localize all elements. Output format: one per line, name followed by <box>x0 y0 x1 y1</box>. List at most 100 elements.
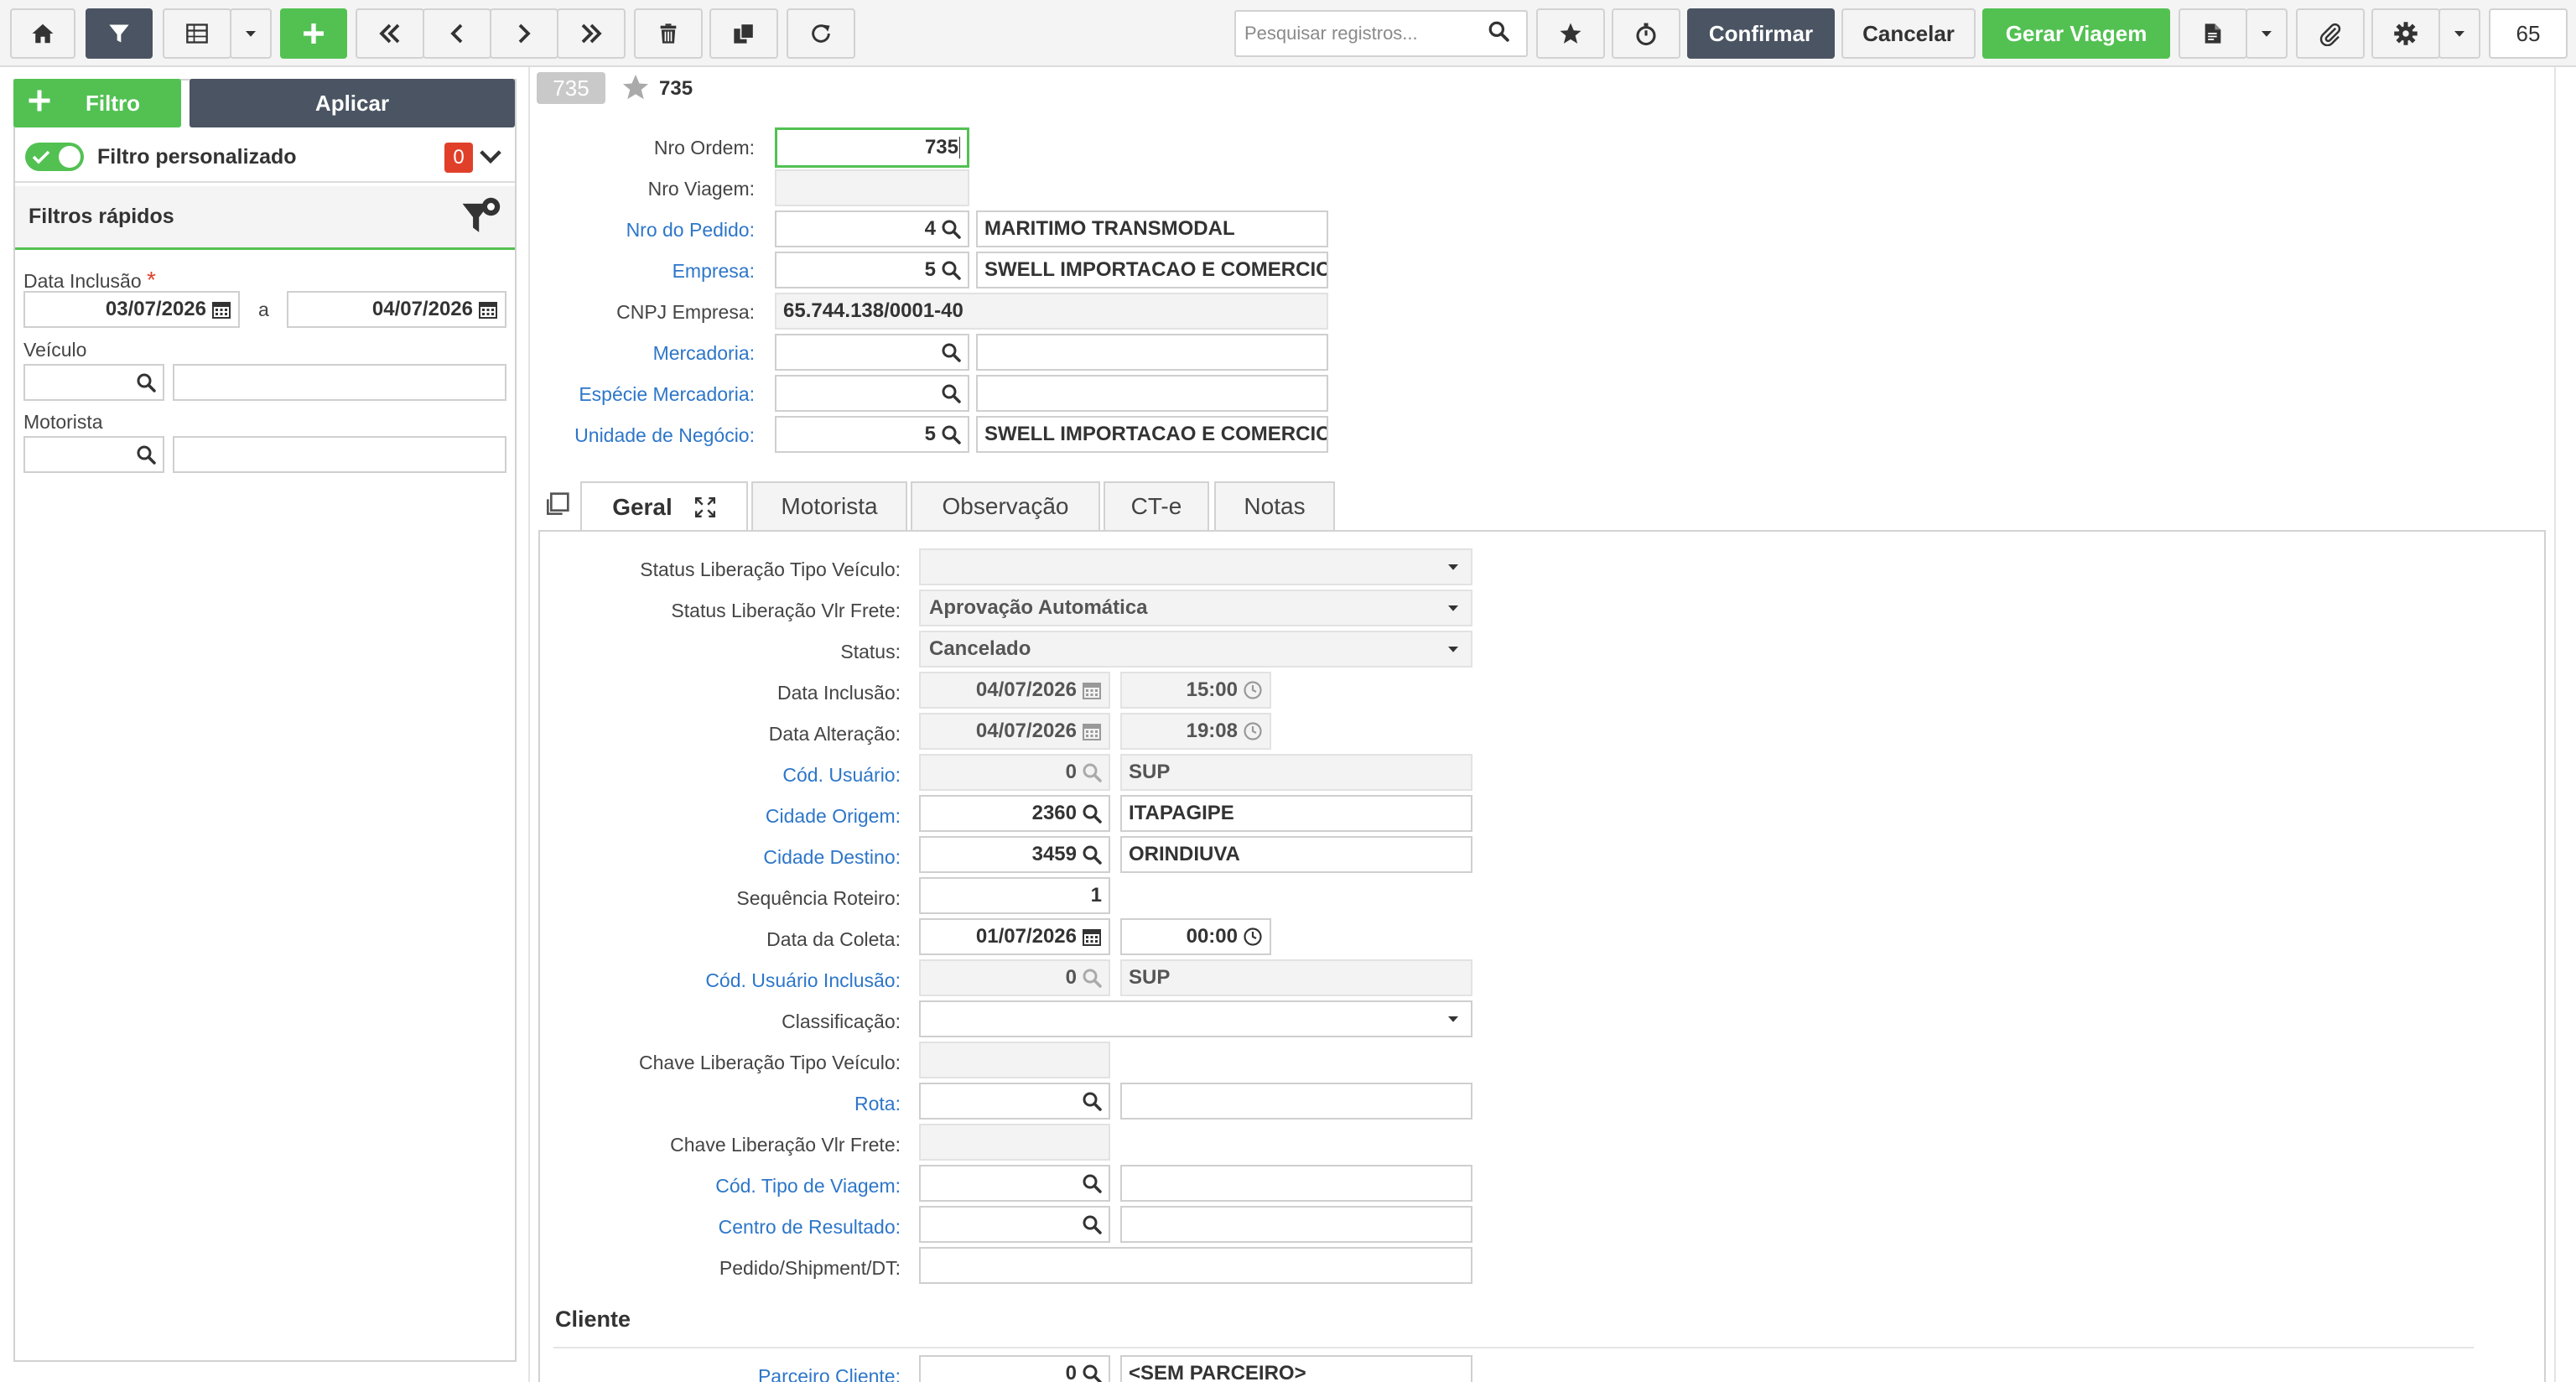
cod-tipo-viagem-desc-input[interactable] <box>1120 1165 1472 1202</box>
veiculo-desc-input[interactable] <box>173 364 506 401</box>
centro-resultado-desc-input[interactable] <box>1120 1206 1472 1243</box>
cidade-origem-code-input[interactable]: 2360 <box>919 795 1110 832</box>
custom-filter-toggle[interactable] <box>25 143 84 171</box>
especie-desc-input[interactable] <box>976 375 1328 412</box>
delete-button[interactable] <box>634 8 703 59</box>
status-vlr-frete-select[interactable]: Aprovação Automática <box>919 590 1472 626</box>
grid-view-dropdown[interactable] <box>230 8 272 59</box>
grid-view-button[interactable] <box>163 8 231 59</box>
report-dropdown[interactable] <box>2246 8 2288 59</box>
centro-resultado-code-input[interactable] <box>919 1206 1110 1243</box>
data-coleta-date-input[interactable]: 01/07/2026 <box>919 918 1110 955</box>
pedido-shipment-input[interactable] <box>919 1247 1472 1284</box>
mercadoria-desc-input[interactable] <box>976 334 1328 371</box>
centro-resultado-label[interactable]: Centro de Resultado: <box>553 1216 901 1239</box>
search-icon[interactable] <box>1082 844 1102 865</box>
apply-filter-button[interactable]: Aplicar <box>190 79 515 127</box>
sequencia-roteiro-input[interactable]: 1 <box>919 877 1110 914</box>
search-icon[interactable] <box>1082 1364 1102 1382</box>
tab-observacao[interactable]: Observação <box>911 481 1100 530</box>
rota-label[interactable]: Rota: <box>553 1093 901 1115</box>
first-record-button[interactable] <box>356 8 424 59</box>
last-record-button[interactable] <box>557 8 626 59</box>
tab-motorista[interactable]: Motorista <box>751 481 907 530</box>
search-icon[interactable] <box>941 219 961 239</box>
star-outline-icon[interactable] <box>621 72 651 108</box>
unidade-negocio-label[interactable]: Unidade de Negócio: <box>537 424 755 447</box>
veiculo-code-input[interactable] <box>23 364 164 401</box>
search-icon[interactable] <box>1488 20 1509 48</box>
add-filter-button[interactable]: Filtro <box>13 79 181 127</box>
especie-mercadoria-label[interactable]: Espécie Mercadoria: <box>537 383 755 406</box>
cancel-button[interactable]: Cancelar <box>1841 8 1976 59</box>
chevron-down-icon[interactable] <box>478 144 503 175</box>
cidade-destino-name-input[interactable]: ORINDIUVA <box>1120 836 1472 873</box>
detach-tab-icon[interactable] <box>543 491 570 524</box>
unidade-desc-input[interactable]: SWELL IMPORTACAO E COMERCIO <box>976 416 1328 453</box>
confirm-button[interactable]: Confirmar <box>1687 8 1835 59</box>
cod-tipo-viagem-code-input[interactable] <box>919 1165 1110 1202</box>
previous-record-button[interactable] <box>423 8 491 59</box>
filter-toggle-button[interactable] <box>86 8 153 59</box>
settings-dropdown[interactable] <box>2438 8 2480 59</box>
empresa-code-input[interactable]: 5 <box>775 252 969 288</box>
generate-trip-button[interactable]: Gerar Viagem <box>1982 8 2170 59</box>
parceiro-cliente-label[interactable]: Parceiro Cliente: <box>553 1365 901 1382</box>
rota-desc-input[interactable] <box>1120 1083 1472 1120</box>
cidade-destino-code-input[interactable]: 3459 <box>919 836 1110 873</box>
search-icon[interactable] <box>136 444 156 465</box>
filter-settings-icon[interactable] <box>460 196 501 244</box>
search-icon[interactable] <box>136 372 156 392</box>
calendar-icon[interactable] <box>1082 927 1102 947</box>
classificacao-select[interactable] <box>919 1000 1472 1037</box>
cod-usuario-label[interactable]: Cód. Usuário: <box>553 764 901 787</box>
report-button[interactable] <box>2179 8 2247 59</box>
calendar-icon[interactable] <box>211 299 231 320</box>
date-from-input[interactable]: 03/07/2026 <box>23 291 240 328</box>
add-record-button[interactable] <box>280 8 347 59</box>
duplicate-button[interactable] <box>709 8 778 59</box>
date-to-input[interactable]: 04/07/2026 <box>287 291 506 328</box>
empresa-desc-input[interactable]: SWELL IMPORTACAO E COMERCIO <box>976 252 1328 288</box>
tab-notas[interactable]: Notas <box>1214 481 1335 530</box>
home-button[interactable] <box>10 8 75 59</box>
search-icon[interactable] <box>1082 1173 1102 1193</box>
unidade-code-input[interactable]: 5 <box>775 416 969 453</box>
motorista-desc-input[interactable] <box>173 436 506 473</box>
nro-pedido-label[interactable]: Nro do Pedido: <box>537 219 755 242</box>
cidade-origem-name-input[interactable]: ITAPAGIPE <box>1120 795 1472 832</box>
cod-tipo-viagem-label[interactable]: Cód. Tipo de Viagem: <box>553 1175 901 1198</box>
data-coleta-time-input[interactable]: 00:00 <box>1120 918 1271 955</box>
clock-icon[interactable] <box>1243 927 1263 947</box>
status-select[interactable]: Cancelado <box>919 631 1472 668</box>
expand-icon[interactable] <box>694 496 716 518</box>
nro-pedido-desc-input[interactable]: MARITIMO TRANSMODAL <box>976 210 1328 247</box>
motorista-code-input[interactable] <box>23 436 164 473</box>
nro-ordem-input[interactable]: 735 <box>775 127 969 168</box>
mercadoria-code-input[interactable] <box>775 334 969 371</box>
status-tipo-veiculo-select[interactable] <box>919 548 1472 585</box>
tab-geral[interactable]: Geral <box>580 481 748 532</box>
cod-usuario-inclusao-label[interactable]: Cód. Usuário Inclusão: <box>553 969 901 992</box>
next-record-button[interactable] <box>490 8 558 59</box>
search-icon[interactable] <box>941 424 961 444</box>
search-icon[interactable] <box>1082 803 1102 823</box>
rota-code-input[interactable] <box>919 1083 1110 1120</box>
search-icon[interactable] <box>941 383 961 403</box>
cidade-origem-label[interactable]: Cidade Origem: <box>553 805 901 828</box>
search-input[interactable] <box>1236 23 1479 44</box>
parceiro-cliente-code-input[interactable]: 0 <box>919 1355 1110 1382</box>
especie-code-input[interactable] <box>775 375 969 412</box>
timer-button[interactable] <box>1612 8 1680 59</box>
attachments-button[interactable] <box>2296 8 2365 59</box>
search-icon[interactable] <box>941 342 961 362</box>
search-icon[interactable] <box>941 260 961 280</box>
tab-cte[interactable]: CT-e <box>1104 481 1209 530</box>
search-icon[interactable] <box>1082 1214 1102 1234</box>
calendar-icon[interactable] <box>478 299 498 320</box>
favorite-button[interactable] <box>1536 8 1605 59</box>
parceiro-cliente-name-input[interactable]: <SEM PARCEIRO> <box>1120 1355 1472 1382</box>
search-icon[interactable] <box>1082 1091 1102 1111</box>
cidade-destino-label[interactable]: Cidade Destino: <box>553 846 901 869</box>
refresh-button[interactable] <box>787 8 855 59</box>
